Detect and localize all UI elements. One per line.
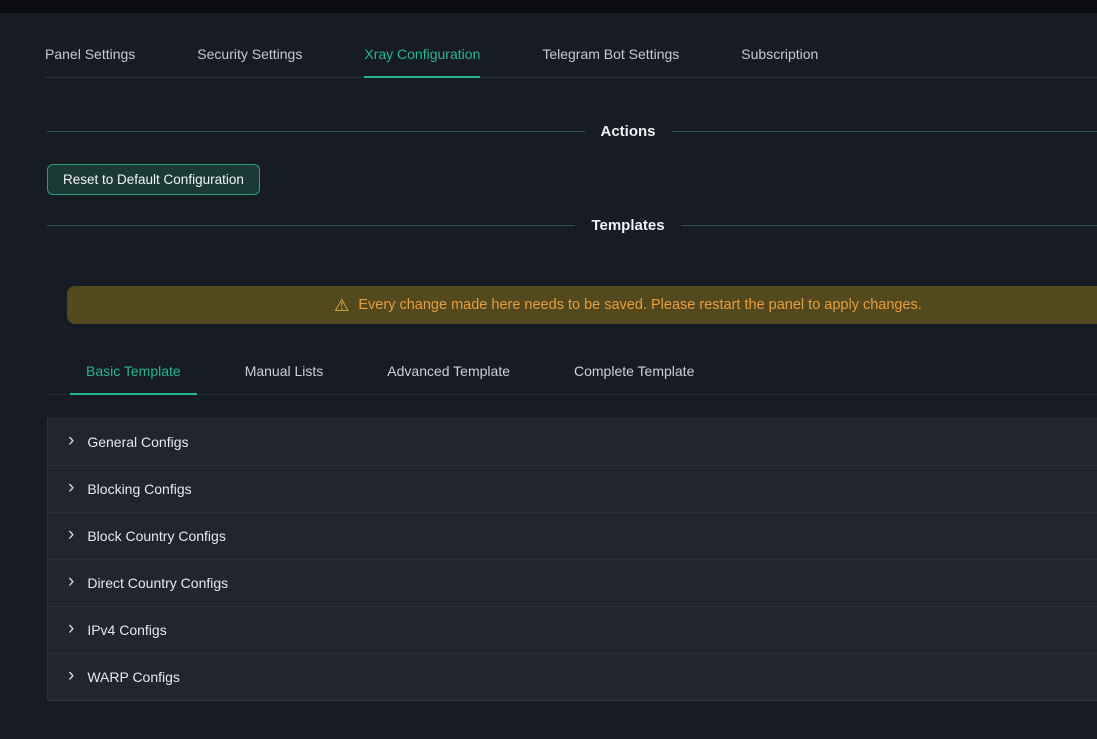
tab-label: Subscription (741, 46, 818, 62)
tab-label: Panel Settings (45, 46, 135, 62)
content-area: Panel Settings Security Settings Xray Co… (47, 13, 1097, 701)
collapse-item-ipv4-configs[interactable]: › IPv4 Configs (48, 607, 1097, 654)
tab-telegram-bot-settings[interactable]: Telegram Bot Settings (542, 40, 679, 77)
templates-divider: Templates (47, 217, 1097, 234)
settings-page: Panel Settings Security Settings Xray Co… (0, 0, 1097, 739)
collapse-item-label: Blocking Configs (87, 481, 191, 497)
restart-warning-alert: ⚠ Every change made here needs to be sav… (67, 286, 1097, 324)
template-tab-bar: Basic Template Manual Lists Advanced Tem… (47, 363, 1097, 395)
divider-line (47, 225, 575, 226)
collapse-item-label: Block Country Configs (87, 528, 226, 544)
tab-manual-lists[interactable]: Manual Lists (229, 363, 340, 394)
tab-label: Xray Configuration (364, 46, 480, 62)
divider-line (681, 225, 1097, 226)
divider-line (47, 131, 585, 132)
tab-complete-template[interactable]: Complete Template (558, 363, 710, 394)
tab-subscription[interactable]: Subscription (741, 40, 818, 77)
tab-xray-configuration[interactable]: Xray Configuration (364, 40, 480, 77)
collapse-item-general-configs[interactable]: › General Configs (48, 419, 1097, 466)
reset-to-default-button[interactable]: Reset to Default Configuration (47, 164, 260, 195)
tab-advanced-template[interactable]: Advanced Template (371, 363, 526, 394)
tab-label: Security Settings (197, 46, 302, 62)
tab-security-settings[interactable]: Security Settings (197, 40, 302, 77)
collapse-item-warp-configs[interactable]: › WARP Configs (48, 654, 1097, 701)
collapse-item-label: General Configs (87, 434, 188, 450)
warning-message: Every change made here needs to be saved… (358, 297, 921, 313)
tab-label: Advanced Template (387, 363, 510, 379)
tab-label: Telegram Bot Settings (542, 46, 679, 62)
actions-divider: Actions (47, 123, 1097, 140)
divider-line (672, 131, 1097, 132)
tab-label: Manual Lists (245, 363, 324, 379)
actions-divider-title: Actions (585, 123, 672, 140)
collapse-item-label: Direct Country Configs (87, 575, 228, 591)
templates-divider-title: Templates (575, 217, 680, 234)
configs-accordion: › General Configs › Blocking Configs › B… (47, 418, 1097, 701)
collapse-item-label: IPv4 Configs (87, 622, 166, 638)
top-strip (0, 0, 1097, 13)
tab-label: Complete Template (574, 363, 694, 379)
collapse-item-direct-country-configs[interactable]: › Direct Country Configs (48, 560, 1097, 607)
tab-basic-template[interactable]: Basic Template (70, 363, 197, 394)
tab-label: Basic Template (86, 363, 181, 379)
collapse-item-block-country-configs[interactable]: › Block Country Configs (48, 513, 1097, 560)
collapse-item-blocking-configs[interactable]: › Blocking Configs (48, 466, 1097, 513)
tab-panel-settings[interactable]: Panel Settings (45, 40, 135, 77)
settings-tab-bar: Panel Settings Security Settings Xray Co… (45, 13, 1097, 78)
collapse-item-label: WARP Configs (87, 669, 180, 685)
warning-icon: ⚠ (334, 297, 349, 314)
